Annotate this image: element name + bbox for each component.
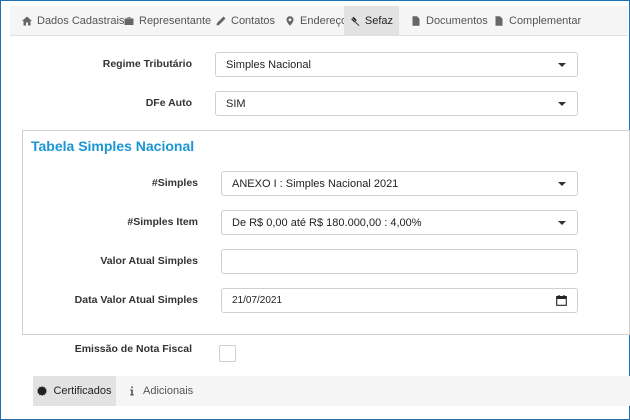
map-marker-icon bbox=[286, 15, 294, 26]
tab-label: Contatos bbox=[231, 14, 276, 27]
info-icon bbox=[130, 386, 134, 396]
tab-contatos[interactable]: Contatos bbox=[216, 6, 275, 35]
chevron-down-icon bbox=[558, 63, 566, 67]
tab-label: Sefaz bbox=[364, 14, 394, 27]
tab-adicionais[interactable]: Adicionais bbox=[127, 376, 193, 406]
main-tab-bar: Dados Cadastrais Representante Contatos … bbox=[10, 6, 628, 36]
simples-label: #Simples bbox=[151, 177, 198, 189]
panel-title: Tabela Simples Nacional bbox=[31, 138, 195, 154]
tab-label: Dados Cadastrais bbox=[37, 14, 125, 27]
tab-dados-cadastrais[interactable]: Dados Cadastrais bbox=[12, 6, 126, 35]
tab-certificados[interactable]: Certificados bbox=[33, 376, 116, 406]
simples-item-label: #Simples Item bbox=[127, 216, 198, 228]
dfe-auto-label: DFe Auto bbox=[145, 97, 192, 109]
tab-label: Adicionais bbox=[143, 385, 194, 397]
sub-tab-bar: Certificados Adicionais bbox=[33, 376, 630, 406]
chevron-down-icon bbox=[558, 102, 566, 106]
regime-tributario-select[interactable]: Simples Nacional bbox=[215, 52, 578, 77]
regime-tributario-value: Simples Nacional bbox=[226, 58, 311, 71]
tab-label: Certificados bbox=[53, 385, 112, 397]
regime-tributario-label: Regime Tributário bbox=[102, 58, 192, 70]
tab-label: Documentos bbox=[426, 14, 488, 27]
simples-item-value: De R$ 0,00 até R$ 180.000,00 : 4,00% bbox=[232, 216, 422, 229]
valor-atual-input[interactable] bbox=[221, 249, 578, 274]
tab-sefaz[interactable]: Sefaz bbox=[344, 6, 399, 35]
gavel-icon bbox=[351, 16, 360, 26]
tab-label: Complementar bbox=[509, 14, 582, 27]
tab-enderecos[interactable]: Endereços bbox=[285, 6, 353, 35]
pencil-icon bbox=[216, 16, 226, 25]
data-valor-value: 21/07/2021 bbox=[232, 295, 283, 306]
home-icon bbox=[22, 16, 32, 25]
emissao-nota-fiscal-label: Emissão de Nota Fiscal bbox=[74, 343, 192, 355]
simples-select[interactable]: ANEXO I : Simples Nacional 2021 bbox=[221, 171, 578, 196]
tab-representante[interactable]: Representante bbox=[124, 6, 211, 35]
data-valor-input[interactable]: 21/07/2021 bbox=[221, 288, 578, 313]
tab-label: Representante bbox=[139, 14, 212, 27]
valor-atual-label: Valor Atual Simples bbox=[100, 255, 198, 267]
data-valor-label: Data Valor Atual Simples bbox=[74, 294, 198, 306]
tab-documentos[interactable]: Documentos bbox=[411, 6, 488, 35]
simples-item-select[interactable]: De R$ 0,00 até R$ 180.000,00 : 4,00% bbox=[221, 210, 578, 235]
briefcase-icon bbox=[124, 16, 134, 25]
file-icon bbox=[412, 15, 420, 26]
chevron-down-icon bbox=[558, 182, 566, 186]
dfe-auto-value: SIM bbox=[226, 97, 246, 110]
calendar-icon[interactable] bbox=[556, 295, 567, 306]
dfe-auto-select[interactable]: SIM bbox=[215, 91, 578, 116]
file-icon bbox=[495, 15, 503, 26]
tab-complementar[interactable]: Complementar bbox=[494, 6, 581, 35]
chevron-down-icon bbox=[558, 221, 566, 225]
certificate-icon bbox=[37, 386, 48, 396]
emissao-nota-fiscal-checkbox[interactable] bbox=[219, 345, 236, 362]
simples-value: ANEXO I : Simples Nacional 2021 bbox=[232, 177, 399, 190]
